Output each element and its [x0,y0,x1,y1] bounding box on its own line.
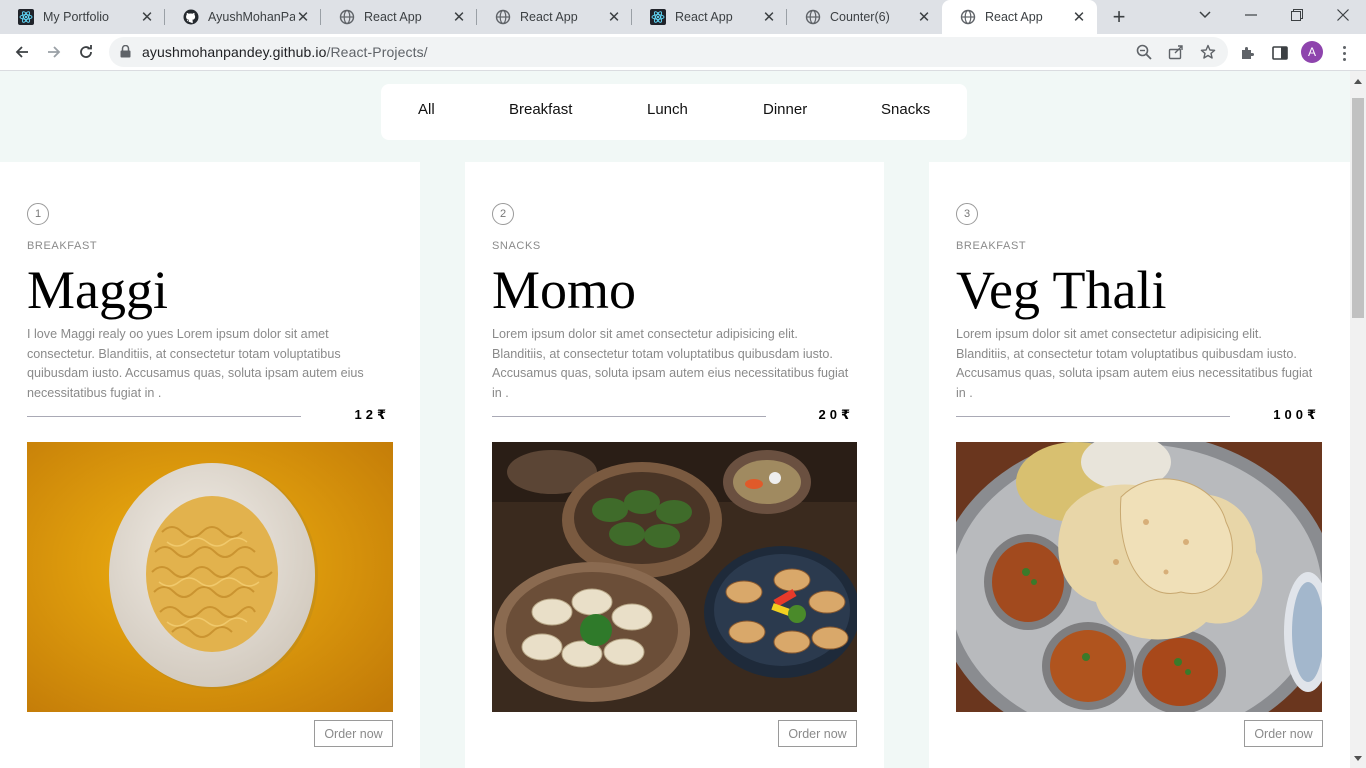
filter-all-button[interactable]: All [418,101,435,118]
close-icon[interactable]: ✕ [1071,9,1087,26]
browser-tab[interactable]: AyushMohanPandey ✕ [165,0,321,34]
scroll-up-arrow-icon[interactable] [1350,73,1366,89]
browser-tab[interactable]: React App ✕ [321,0,477,34]
thali-photo [956,442,1322,712]
forward-button[interactable] [40,38,68,66]
globe-icon [495,9,511,25]
browser-tab[interactable]: React App ✕ [632,0,787,34]
extensions-puzzle-icon[interactable] [1238,43,1258,63]
card-divider [492,416,766,417]
close-window-button[interactable] [1321,0,1365,30]
card-category: BREAKFAST [27,240,98,252]
browser-menu-icon[interactable] [1334,42,1354,64]
tab-title: AyushMohanPandey [208,10,295,24]
filter-lunch-button[interactable]: Lunch [647,101,688,118]
order-now-button[interactable]: Order now [1244,720,1323,747]
side-panel-icon[interactable] [1270,43,1290,63]
order-now-button[interactable]: Order now [778,720,857,747]
url-path: /React-Projects/ [326,44,428,60]
new-tab-button[interactable]: + [1105,3,1133,31]
card-category: SNACKS [492,240,541,252]
globe-icon [805,9,821,25]
browser-tab[interactable]: Counter(6) ✕ [787,0,942,34]
close-icon[interactable]: ✕ [295,9,311,26]
scroll-thumb[interactable] [1352,98,1364,318]
tab-title: React App [675,10,733,24]
back-button[interactable] [8,38,36,66]
close-icon[interactable]: ✕ [916,9,932,26]
github-icon [183,9,199,25]
bookmark-star-icon[interactable] [1199,43,1217,61]
card-price: 20₹ [818,407,854,422]
globe-icon [960,9,976,25]
tab-title: My Portfolio [43,10,109,24]
lock-icon[interactable] [120,44,131,63]
address-bar[interactable]: ayushmohanpandey.github.io/React-Project… [109,37,1228,67]
filter-breakfast-button[interactable]: Breakfast [509,101,572,118]
order-now-button[interactable]: Order now [314,720,393,747]
card-number: 3 [956,203,978,225]
tab-title: Counter(6) [830,10,890,24]
filter-dinner-button[interactable]: Dinner [763,101,807,118]
react-icon [650,9,666,25]
card-description: Lorem ipsum dolor sit amet consectetur a… [956,327,1313,400]
page-viewport: All Breakfast Lunch Dinner Snacks 1 BREA… [0,71,1350,768]
react-icon [18,9,34,25]
card-description: Lorem ipsum dolor sit amet consectetur a… [492,327,849,400]
card-category: BREAKFAST [956,240,1027,252]
category-filter-bar: All Breakfast Lunch Dinner Snacks [381,84,967,140]
card-title: Maggi [27,260,168,320]
browser-tab-strip: My Portfolio ✕ AyushMohanPandey ✕ React … [0,0,1366,34]
tab-title: React App [985,10,1043,24]
restore-button[interactable] [1275,0,1319,30]
page-scrollbar[interactable] [1350,71,1366,768]
browser-tab[interactable]: React App ✕ [477,0,632,34]
browser-tab[interactable]: My Portfolio ✕ [0,0,165,34]
card-price: 100₹ [1273,407,1320,422]
browser-tab-active[interactable]: React App ✕ [942,0,1097,34]
menu-card: 2 SNACKS Momo Lorem ipsum dolor sit amet… [465,162,884,768]
url-host: ayushmohanpandey.github.io [142,44,327,60]
scroll-down-arrow-icon[interactable] [1350,750,1366,766]
tab-title: React App [520,10,578,24]
card-description: I love Maggi realy oo yues Lorem ipsum d… [27,327,364,400]
globe-icon [339,9,355,25]
reload-button[interactable] [72,38,100,66]
browser-toolbar: ayushmohanpandey.github.io/React-Project… [0,34,1366,71]
close-icon[interactable]: ✕ [451,9,467,26]
card-number: 1 [27,203,49,225]
tab-search-icon[interactable] [1183,0,1227,30]
card-divider [956,416,1230,417]
tab-title: React App [364,10,422,24]
card-title: Veg Thali [956,260,1167,320]
card-title: Momo [492,260,637,320]
filter-snacks-button[interactable]: Snacks [881,101,930,118]
menu-card: 1 BREAKFAST Maggi I love Maggi realy oo … [0,162,420,768]
menu-card: 3 BREAKFAST Veg Thali Lorem ipsum dolor … [929,162,1350,768]
zoom-icon[interactable] [1135,43,1153,61]
url-text: ayushmohanpandey.github.io/React-Project… [142,44,428,60]
close-icon[interactable]: ✕ [761,9,777,26]
card-divider [27,416,301,417]
maggi-photo [27,442,393,712]
close-icon[interactable]: ✕ [139,9,155,26]
share-icon[interactable] [1167,43,1185,61]
momo-photo [492,442,857,712]
close-icon[interactable]: ✕ [606,9,622,26]
minimize-button[interactable] [1229,0,1273,30]
profile-avatar[interactable]: A [1301,41,1323,63]
card-number: 2 [492,203,514,225]
card-price: 12₹ [354,407,390,422]
